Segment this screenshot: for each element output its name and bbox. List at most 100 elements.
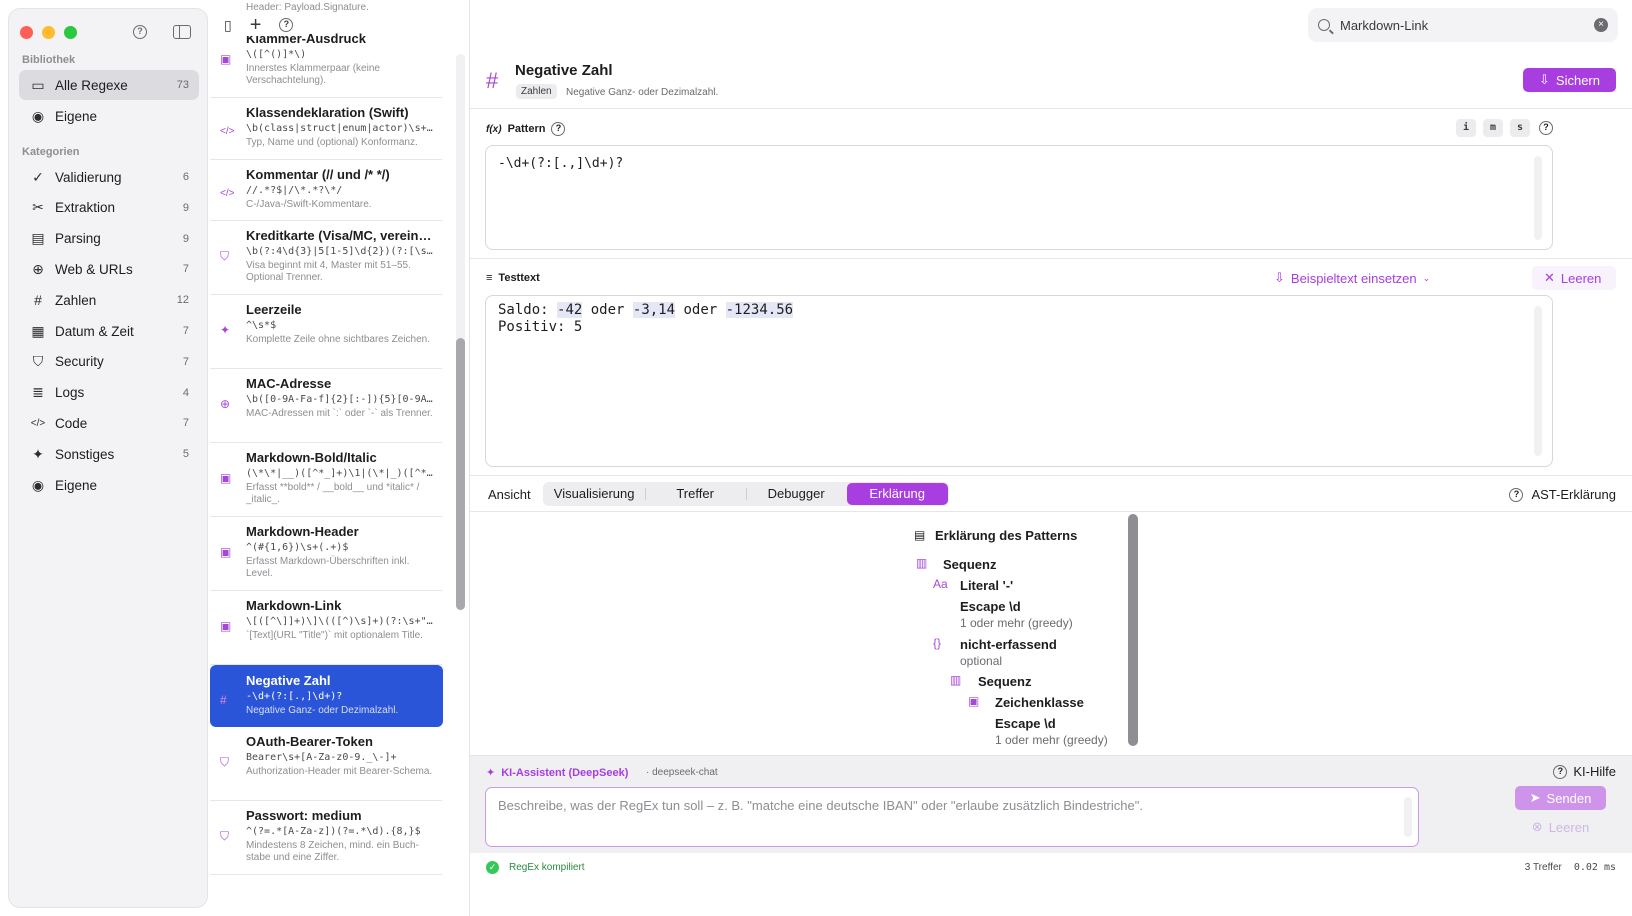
flag-i-toggle[interactable]: i [1456, 119, 1476, 137]
search-field[interactable]: Markdown-Link × [1308, 8, 1618, 42]
list-scrollbar-thumb[interactable] [456, 338, 465, 610]
sidebar-item-category[interactable]: ✂ Extraktion 9 [19, 193, 199, 223]
add-regex-button[interactable]: + [250, 15, 262, 35]
close-window-button[interactable] [20, 26, 33, 39]
testtext-scrollbar[interactable] [1534, 306, 1542, 456]
person-icon: ◉ [31, 107, 45, 124]
flag-s-toggle[interactable]: s [1510, 119, 1530, 137]
doc-search-icon: ▣ [220, 52, 232, 66]
list-item-description: Erfasst Markdown-Überschriften inkl. Lev… [246, 556, 410, 579]
view-tabs-row: Ansicht Visualisierung Treffer Debugger … [488, 482, 949, 506]
ai-input-scrollbar[interactable] [1404, 797, 1412, 837]
sidebar-item-category[interactable]: ▦ Datum & Zeit 7 [19, 316, 199, 346]
toggle-sidebar-icon[interactable] [173, 25, 191, 39]
tab-visualization[interactable]: Visualisierung [544, 483, 645, 505]
sidebar-item-category[interactable]: # Zahlen 12 [19, 285, 199, 315]
sidebar-item-label: Validierung [55, 169, 122, 185]
ast-label: AST-Erklärung [1531, 487, 1616, 502]
sidebar-item-count: 9 [182, 201, 189, 214]
sidebar-item-category[interactable]: ✓ Validierung 6 [19, 162, 199, 192]
insert-example-button[interactable]: ⇩ Beispieltext einsetzen ⌄ [1274, 270, 1430, 286]
regex-description[interactable]: Negative Ganz- oder Dezimalzahl. [566, 87, 718, 98]
list-item[interactable]: ▣ Markdown-Bold/Italic (\*\*|__)([^*_]+)\1… [210, 443, 442, 517]
list-item-description: Mindestens 8 Zeichen, mind. ein Buch-sta… [246, 840, 419, 863]
minimize-window-button[interactable] [42, 26, 55, 39]
list-item-title: Passwort: medium [246, 808, 362, 823]
document-icon[interactable]: ▯ [224, 17, 232, 34]
tab-debugger[interactable]: Debugger [745, 483, 847, 505]
explanation-scrollbar[interactable] [1128, 514, 1138, 746]
sidebar-item-label: Parsing [55, 231, 101, 247]
sidebar-item-category[interactable]: ⛉ Security 7 [19, 347, 199, 377]
list-item[interactable]: ⊕ MAC-Adresse \b([0-9A-Fa-f]{2}[:-]){5}[0-… [210, 369, 442, 443]
list-item-pattern: //.*?$|/\*.*?\*/ [246, 185, 343, 196]
ast-explanation-toggle[interactable]: ? AST-Erklärung [1509, 487, 1616, 502]
list-item[interactable]: ⛉ Kreditkarte (Visa/MC, verein… \b(?:4\d{3… [210, 221, 442, 295]
sidebar-item-all-regexes[interactable]: ▭ Alle Regexe 73 [19, 70, 199, 100]
pattern-text[interactable]: -\d+(?:[.,]\d+)? [498, 156, 623, 171]
detail-pane: Markdown-Link × # Negative Zahl Zahlen N… [470, 0, 1632, 916]
sidebar-item-category[interactable]: ▤ Parsing 9 [19, 224, 199, 254]
save-button[interactable]: ⇩ Sichern [1523, 68, 1616, 92]
sidebar-item-label: Sonstiges [55, 446, 115, 462]
explanation-title: Erklärung des Patterns [935, 528, 1078, 543]
sidebar-item-category[interactable]: ⊕ Web & URLs 7 [19, 254, 199, 284]
list-item-description: Komplette Zeile ohne sichtbares Zeichen. [246, 334, 430, 345]
ai-help-label: KI-Hilfe [1573, 764, 1616, 779]
sparkle-icon: ✦ [220, 323, 231, 337]
search-input[interactable]: Markdown-Link [1340, 18, 1428, 33]
sidebar-item-category[interactable]: ≣ Logs 4 [19, 378, 199, 408]
list-item[interactable]: ⛉ OAuth-Bearer-Token Bearer\s+[A-Za-z0-9._… [210, 727, 442, 801]
sidebar-item-count: 6 [182, 171, 189, 183]
ai-model-label: · deepseek-chat [646, 767, 718, 778]
help-icon[interactable]: ? [133, 25, 147, 39]
match-highlight: -1234.56 [725, 302, 794, 318]
sidebar-item-count: 7 [182, 417, 189, 430]
tab-matches[interactable]: Treffer [644, 483, 746, 505]
columns-icon: ▥ [916, 556, 928, 570]
testtext-section-label: ≡ Testtext [486, 272, 540, 284]
send-button[interactable]: ➤ Senden [1515, 786, 1606, 810]
list-item[interactable]: ✦ Leerzeile ^\s*$ Komplette Zeile ohne sich… [210, 295, 442, 369]
zoom-window-button[interactable] [64, 26, 77, 39]
category-tag[interactable]: Zahlen [516, 84, 557, 99]
ai-assistant-panel: ✦ KI-Assistent (DeepSeek) · deepseek-cha… [470, 755, 1632, 853]
list-item[interactable]: </> Kommentar (// und /* */) //.*?$|/\*.*?… [210, 160, 442, 221]
list-item[interactable]: ⛉ Passwort: medium ^(?=.*[A-Za-z])(?=.*\d)… [210, 801, 442, 875]
ai-prompt-input[interactable]: Beschreibe, was der RegEx tun soll – z. … [485, 787, 1419, 847]
save-button-label: Sichern [1555, 72, 1600, 88]
help-icon[interactable]: ? [279, 18, 294, 32]
list-item[interactable]: ▣ Markdown-Header ^(#{1,6})\s+(.+)$ Erfasst… [210, 517, 442, 591]
clear-search-icon[interactable]: × [1594, 18, 1608, 32]
lines-icon: ≡ [486, 272, 493, 284]
sidebar-item-category[interactable]: ◉ Eigene [19, 470, 199, 500]
sidebar-item-category[interactable]: ✦ Sonstiges 5 [19, 439, 199, 469]
pattern-scrollbar[interactable] [1534, 156, 1542, 240]
flag-m-toggle[interactable]: m [1483, 119, 1503, 137]
regex-title[interactable]: Negative Zahl [515, 62, 613, 79]
ai-clear-button[interactable]: ⊗ Leeren [1515, 816, 1606, 838]
ai-help-button[interactable]: ? KI-Hilfe [1553, 764, 1616, 779]
list-item[interactable]: ▣ Markdown-Link \[([^\]]+)\]\(([^)\s]+)(?:… [210, 591, 442, 665]
clear-testtext-button[interactable]: ✕ Leeren [1532, 266, 1616, 290]
sidebar-item-category[interactable]: </> Code 7 [19, 408, 199, 438]
code-icon: </> [220, 126, 235, 137]
list-item-pattern: \b(class|struct|enum|actor)\s+(… [246, 123, 434, 134]
list-item[interactable]: </> Klassendeklaration (Swift) \b(class|st… [210, 98, 442, 160]
testtext-editor[interactable]: Saldo: -42 oder -3,14 oder -1234.56 Posi… [485, 295, 1553, 467]
list-item-description: C-/Java-/Swift-Kommentare. [246, 199, 372, 210]
pattern-editor[interactable]: -\d+(?:[.,]\d+)? [485, 145, 1553, 250]
sidebar-item-own[interactable]: ◉ Eigene [19, 101, 199, 131]
list-item-description: Negative Ganz- oder Dezimalzahl. [246, 705, 399, 716]
list-item[interactable]: # Negative Zahl -\d+(?:[.,]\d+)? Negative G… [210, 665, 443, 727]
flags-help-icon[interactable]: ? [1539, 121, 1553, 135]
view-segmented-control: Visualisierung Treffer Debugger Erklärun… [542, 482, 949, 506]
sparkle-icon: ✦ [486, 767, 496, 779]
list-item-pattern: ^(?=.*[A-Za-z])(?=.*\d).{8,}$ [246, 826, 421, 837]
tree-node-sequence: Sequenz [943, 557, 997, 572]
tree-node-sequence: Sequenz [978, 674, 1032, 689]
hash-icon: # [220, 693, 227, 707]
help-icon[interactable]: ? [551, 122, 566, 136]
tab-explanation[interactable]: Erklärung [846, 483, 948, 505]
list-item-pattern: \b(?:4\d{3}|5[1-5]\d{2})(?:[\s-… [246, 246, 434, 257]
